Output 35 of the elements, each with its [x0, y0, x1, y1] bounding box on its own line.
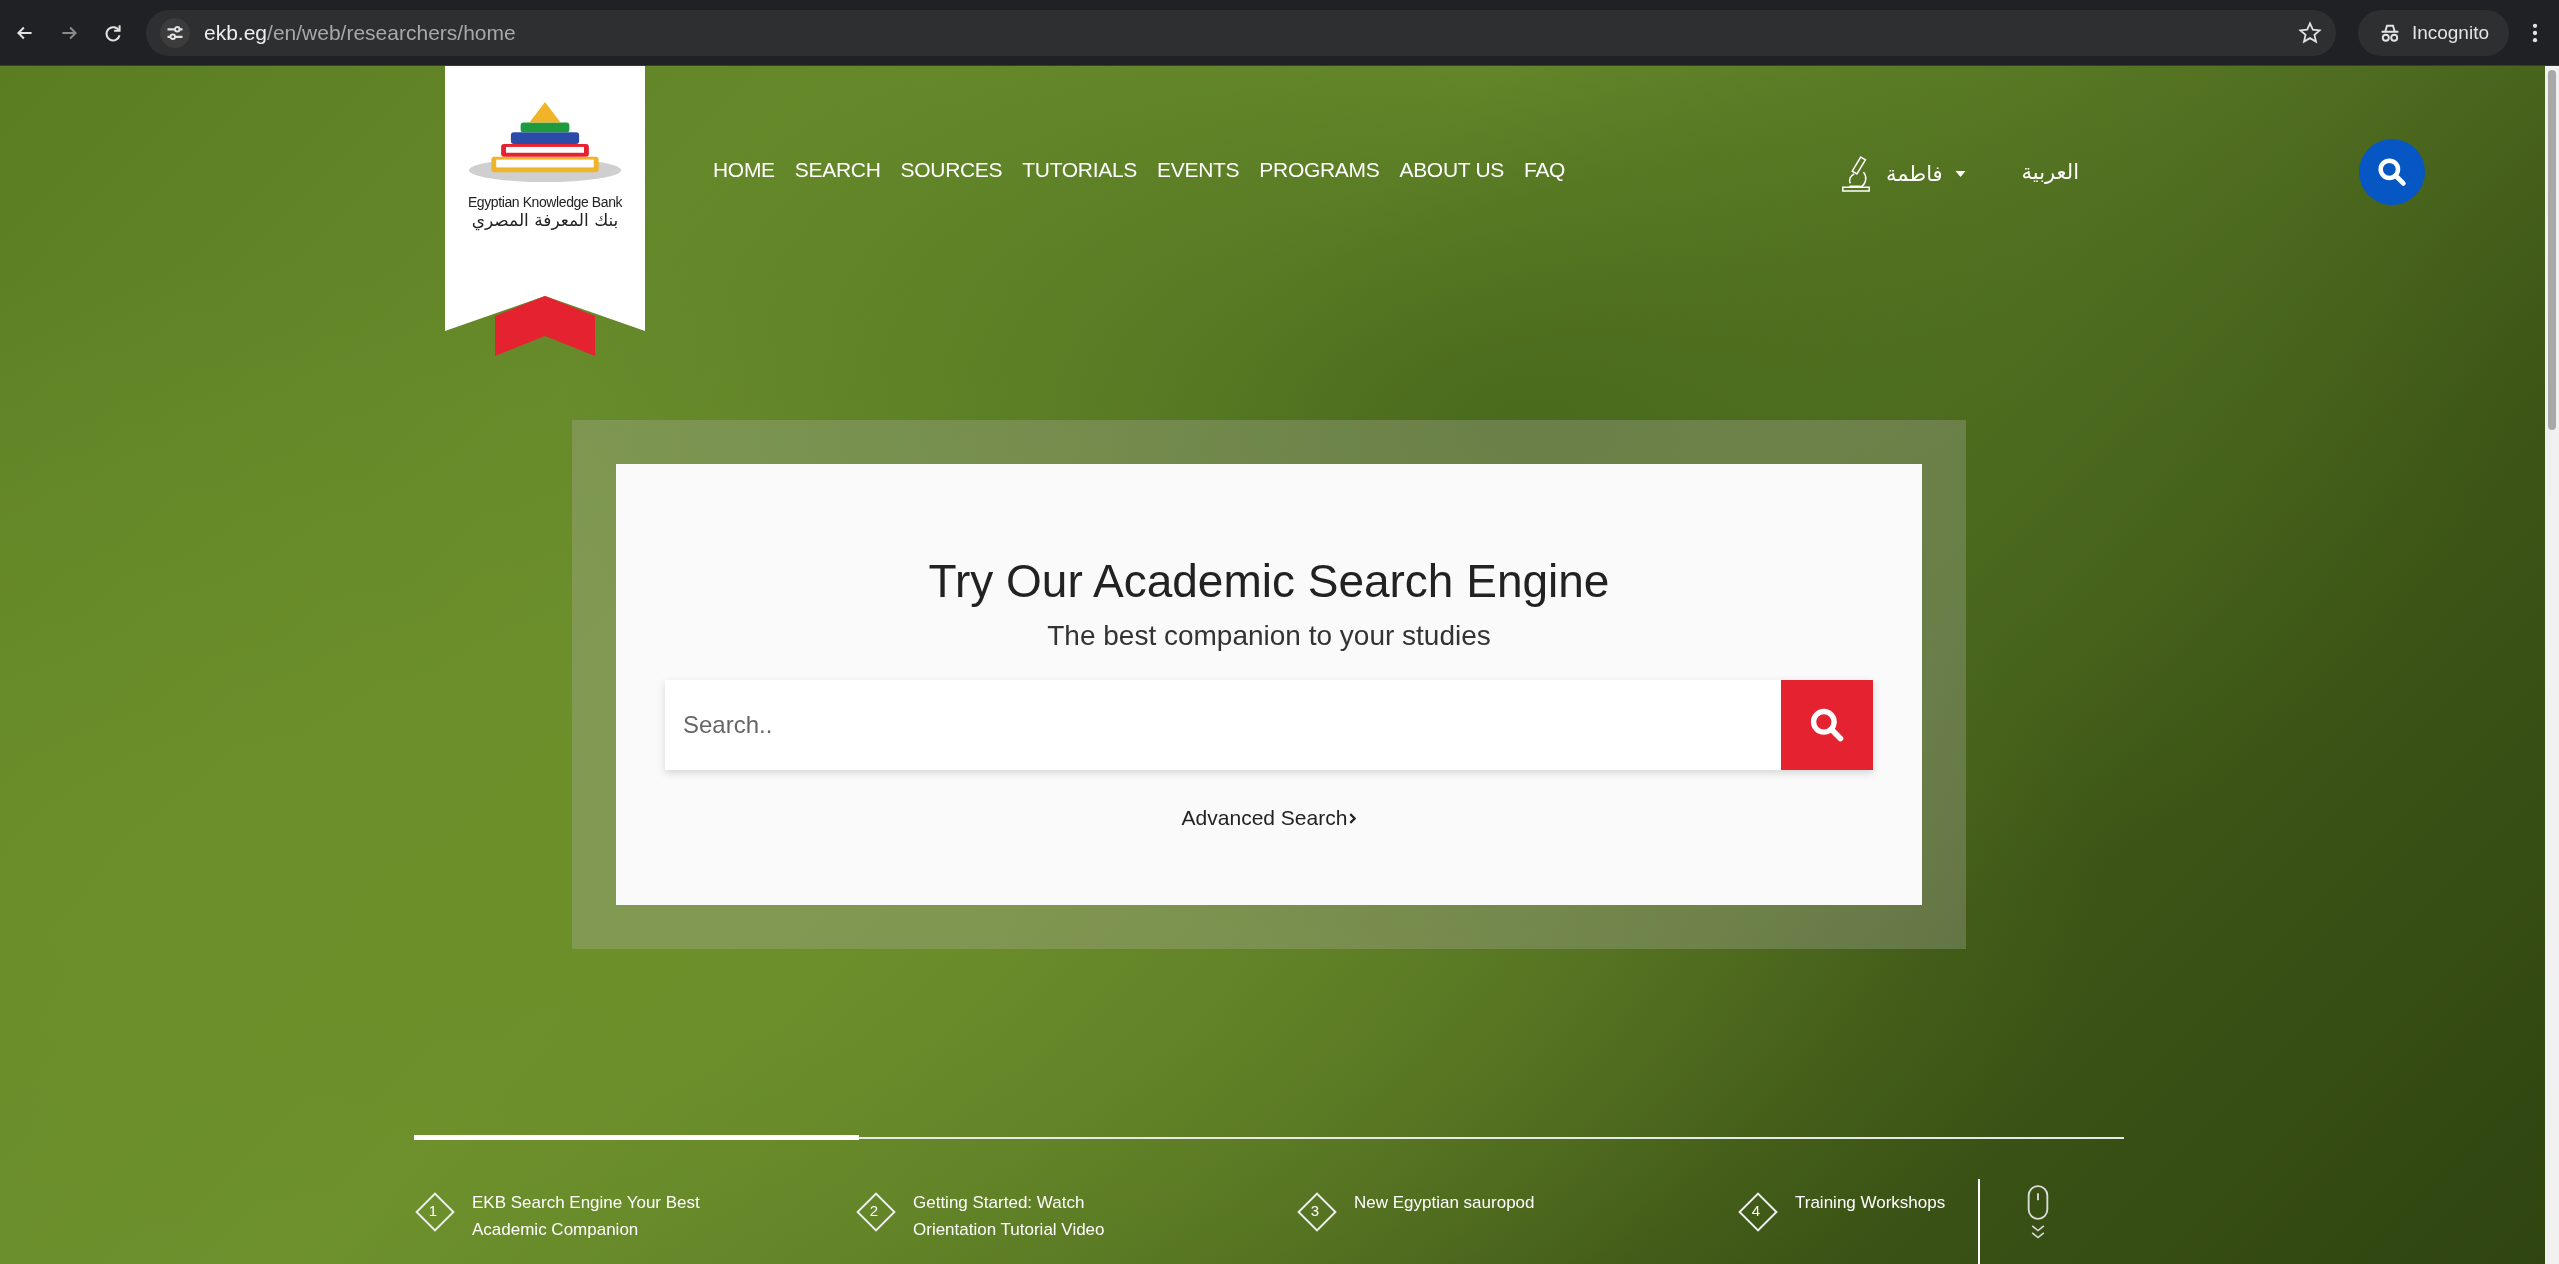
- slide-number: 4: [1737, 1191, 1775, 1229]
- search-button[interactable]: [1781, 680, 1873, 770]
- search-icon: [1808, 706, 1846, 744]
- chevron-icon: [1349, 812, 1357, 824]
- bookmark-star-icon[interactable]: [2297, 20, 2322, 45]
- microscope-icon: [1840, 154, 1873, 194]
- search-icon: [2376, 156, 2408, 188]
- slide-number: 1: [414, 1191, 452, 1229]
- logo-name: Egyptian Knowledge Bank: [467, 194, 623, 210]
- nav-link[interactable]: FAQ: [1524, 158, 1566, 182]
- nav-link[interactable]: ABOUT US: [1399, 158, 1504, 182]
- card-subtitle: The best companion to your studies: [1047, 620, 1491, 652]
- slide-number: 2: [855, 1191, 893, 1229]
- nav-link[interactable]: SEARCH: [794, 158, 881, 182]
- slide-tab[interactable]: 1 EKB Search Engine Your Best Academic Companion: [414, 1189, 855, 1243]
- caret-icon: [1954, 171, 1966, 177]
- search-field[interactable]: Search..: [665, 680, 1781, 770]
- slide-tab[interactable]: 2 Getting Started: Watch Orientation Tutorial Video: [855, 1189, 1296, 1243]
- nav-link[interactable]: PROGRAMS: [1259, 158, 1380, 182]
- url-text: ekb.eg/en/web/researchers/home: [204, 20, 517, 45]
- nav-link[interactable]: TUTORIALS: [1022, 158, 1138, 182]
- site-settings-icon[interactable]: [160, 17, 190, 48]
- user-menu[interactable]: فاطمة: [1886, 162, 1966, 186]
- address-bar[interactable]: ekb.eg/en/web/researchers/home: [146, 9, 2336, 56]
- logo-arabic-name: بنك المعرفة المصري: [471, 210, 619, 230]
- incognito-badge[interactable]: Incognito: [2357, 9, 2509, 56]
- card-title: Try Our Academic Search Engine: [928, 554, 1610, 608]
- nav-link[interactable]: SOURCES: [900, 158, 1003, 182]
- advanced-search-link[interactable]: Advanced Search: [1181, 806, 1357, 830]
- nav-link[interactable]: EVENTS: [1157, 158, 1240, 182]
- slide-tab[interactable]: 3 New Egyptian sauropod: [1296, 1189, 1737, 1229]
- slide-number: 3: [1296, 1191, 1334, 1229]
- nav-link[interactable]: HOME: [713, 158, 775, 182]
- language-link[interactable]: العربية: [2021, 160, 2079, 184]
- slide-tab[interactable]: 4 Training Workshops: [1737, 1189, 2067, 1229]
